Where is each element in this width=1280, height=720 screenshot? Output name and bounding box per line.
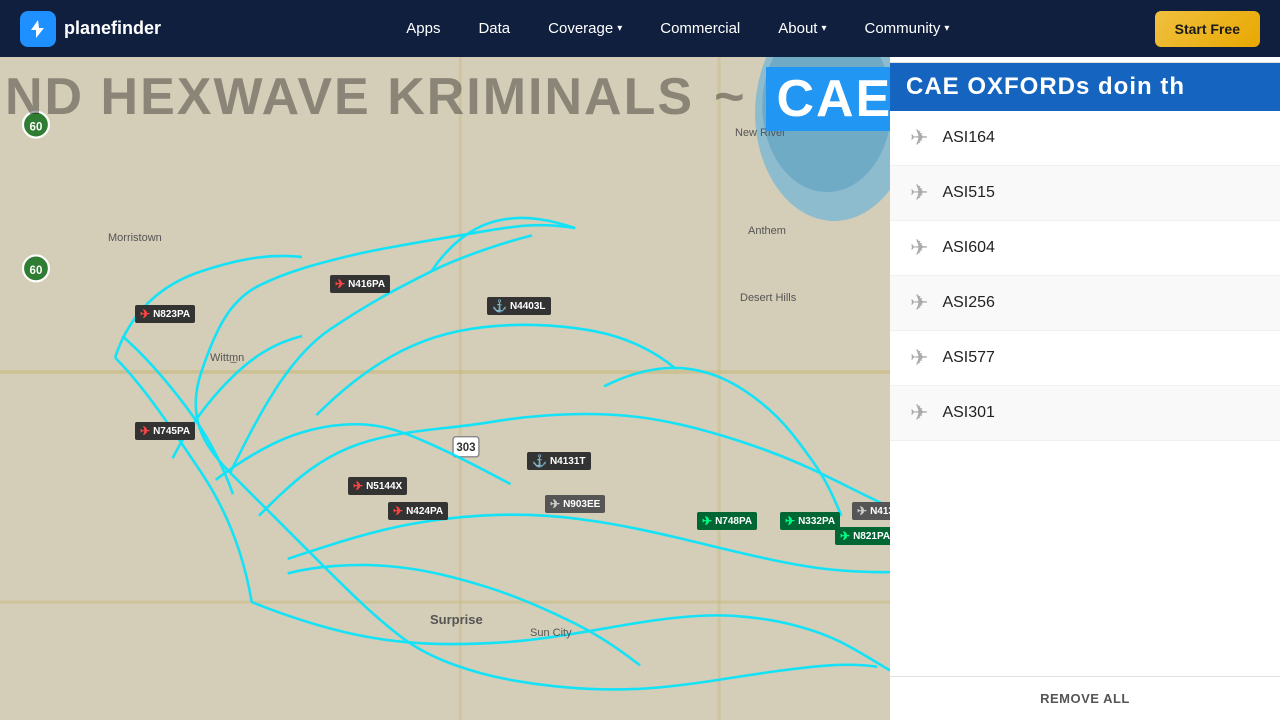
flight-row[interactable]: ✈ ASI515 <box>890 166 1280 221</box>
location-desert-hills: Desert Hills <box>740 292 796 304</box>
plane-icon: ✈ <box>140 424 150 438</box>
plane-icon: ✈ <box>550 497 560 511</box>
nav-item-commercial[interactable]: Commercial <box>644 12 756 45</box>
plane-code: N823PA <box>153 309 190 320</box>
plane-n424pa[interactable]: ✈ N424PA <box>388 502 448 520</box>
nav-item-community[interactable]: Community▾ <box>848 12 965 45</box>
location-morristown: Morristown <box>108 232 162 244</box>
flight-row[interactable]: ✈ ASI164 <box>890 111 1280 166</box>
plane-code: N5144X <box>366 481 402 492</box>
flight-code: ASI164 <box>942 129 994 147</box>
plane-icon: ✈ <box>140 307 150 321</box>
plane-code: N416PA <box>348 279 385 290</box>
banner-tilde: ~ <box>694 67 766 131</box>
plane-code: N4403L <box>510 301 546 312</box>
plane-icon: ✈ <box>702 514 712 528</box>
flight-row[interactable]: ✈ ASI577 <box>890 331 1280 386</box>
remove-all-button[interactable]: REMOVE ALL <box>890 676 1280 720</box>
flight-list: ✈ ASI164 ✈ ASI515 ✈ ASI604 ✈ ASI256 ✈ ASI577 ✈ ASI3… <box>890 111 1280 676</box>
sidebar: 🔍 📡 🔔 1 🔖 ⚙ CAE OXFORDs doin th ✈ASI164✈… <box>890 0 1280 720</box>
navbar: planefinder AppsDataCoverage▾CommercialA… <box>0 0 1280 57</box>
svg-text:60: 60 <box>30 265 43 277</box>
plane-icon: ⚓ <box>492 299 507 313</box>
flight-plane-icon: ✈ <box>910 290 928 316</box>
flight-row[interactable]: ✈ ASI604 <box>890 221 1280 276</box>
plane-n823pa[interactable]: ✈ N823PA <box>135 305 195 323</box>
plane-code: N424PA <box>406 506 443 517</box>
plane-icon: ✈ <box>393 504 403 518</box>
plane-n745pa[interactable]: ✈ N745PA <box>135 422 195 440</box>
plane-icon: ✈ <box>840 529 850 543</box>
plane-code: N745PA <box>153 426 190 437</box>
location-anthem: Anthem <box>748 225 786 237</box>
plane-n332pa[interactable]: ✈ N332PA <box>780 512 840 530</box>
location-sun-city: Sun City <box>530 627 572 639</box>
plane-icon: ✈ <box>785 514 795 528</box>
flight-row[interactable]: ✈ ASI301 <box>890 386 1280 441</box>
banner-left-text: ND HEXWAVE KRIMINALS <box>0 67 694 131</box>
plane-icon: ✈ <box>857 504 867 518</box>
flight-code: ASI256 <box>942 294 994 312</box>
chevron-down-icon: ▾ <box>821 23 826 34</box>
flight-plane-icon: ✈ <box>910 345 928 371</box>
flight-row[interactable]: ✈ ASI256 <box>890 276 1280 331</box>
chevron-down-icon: ▾ <box>944 23 949 34</box>
plane-code: N748PA <box>715 516 752 527</box>
plane-n821pa[interactable]: ✈ N821PA <box>835 527 895 545</box>
plane-n5144x[interactable]: ✈ N5144X <box>348 477 407 495</box>
logo[interactable]: planefinder <box>20 11 161 47</box>
nav-item-coverage[interactable]: Coverage▾ <box>532 12 638 45</box>
logo-icon <box>20 11 56 47</box>
nav-item-about[interactable]: About▾ <box>762 12 842 45</box>
svg-text:303: 303 <box>456 442 475 454</box>
logo-text: planefinder <box>64 18 161 39</box>
plane-code: N4131T <box>550 456 586 467</box>
plane-code: N821PA <box>853 531 890 542</box>
flight-code: ASI515 <box>942 184 994 202</box>
plane-n4131t[interactable]: ⚓ N4131T <box>527 452 591 470</box>
plane-n4403l[interactable]: ⚓ N4403L <box>487 297 551 315</box>
plane-icon: ✈ <box>335 277 345 291</box>
plane-n748pa[interactable]: ✈ N748PA <box>697 512 757 530</box>
plane-icon: ⚓ <box>532 454 547 468</box>
chevron-down-icon: ▾ <box>617 23 622 34</box>
flight-code: ASI301 <box>942 404 994 422</box>
flight-code: ASI604 <box>942 239 994 257</box>
location-surprise: Surprise <box>430 612 483 627</box>
nav-item-data[interactable]: Data <box>462 12 526 45</box>
sidebar-banner: CAE OXFORDs doin th <box>890 63 1280 111</box>
flight-plane-icon: ✈ <box>910 400 928 426</box>
flight-code: ASI577 <box>942 349 994 367</box>
nav-item-apps[interactable]: Apps <box>390 12 456 45</box>
plane-code: N332PA <box>798 516 835 527</box>
flight-plane-icon: ✈ <box>910 180 928 206</box>
plane-n903ee[interactable]: ✈ N903EE <box>545 495 605 513</box>
plane-code: N903EE <box>563 499 600 510</box>
flight-plane-icon: ✈ <box>910 235 928 261</box>
flight-plane-icon: ✈ <box>910 125 928 151</box>
plane-icon: ✈ <box>353 479 363 493</box>
start-free-button[interactable]: Start Free <box>1155 11 1260 47</box>
plane-n416pa[interactable]: ✈ N416PA <box>330 275 390 293</box>
nav-links: AppsDataCoverage▾CommercialAbout▾Communi… <box>201 12 1155 45</box>
location-wittman: Wittm̲n <box>210 352 244 364</box>
